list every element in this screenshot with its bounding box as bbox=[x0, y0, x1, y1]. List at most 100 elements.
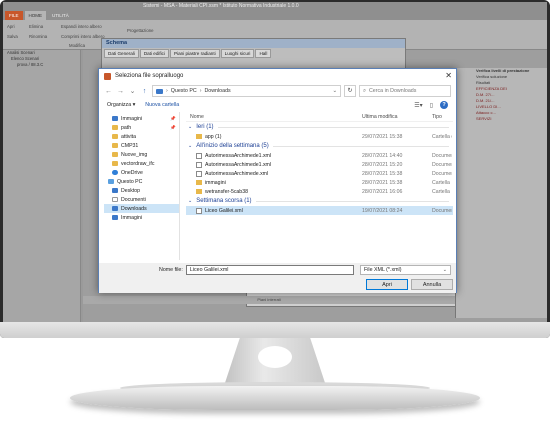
organize-button[interactable]: Organizza ▾ bbox=[107, 102, 135, 108]
nav-item-label: Desktop bbox=[121, 187, 141, 194]
group-header[interactable]: ⌄ All'inizio della settimana (5) bbox=[186, 141, 453, 151]
file-name-cell: wetransfer-5cab38 bbox=[186, 189, 362, 195]
file-name-input[interactable]: Liceo Galilei.xml bbox=[185, 265, 354, 275]
ribbon-collapse-button[interactable]: Comprimi intero albero bbox=[61, 34, 104, 39]
ribbon-expand-button[interactable]: Espandi intero albero bbox=[61, 24, 102, 29]
nav-item[interactable]: Questo PC bbox=[104, 177, 179, 186]
file-name-label: Nome file: bbox=[159, 267, 183, 273]
nav-item[interactable]: CMP31 bbox=[104, 141, 179, 150]
breadcrumb-this-pc[interactable]: Questo PC bbox=[171, 88, 197, 94]
ribbon-design-button[interactable]: Progettazione bbox=[127, 28, 154, 33]
tree-item[interactable]: prova / 88.3.C bbox=[3, 62, 80, 68]
ribbon-tab-utility[interactable]: UTILITÀ bbox=[48, 11, 73, 20]
file-row[interactable]: wetransfer-5cab38 28/07/2021 16:06 Cartell… bbox=[186, 187, 453, 196]
cancel-button[interactable]: Annulla bbox=[411, 279, 453, 290]
ribbon-tab-home[interactable]: HOME bbox=[24, 11, 47, 20]
view-controls: ☰▾ ▯ ? bbox=[414, 101, 448, 109]
doc-line: SERVIZI bbox=[476, 116, 492, 121]
file-name-text: wetransfer-5cab38 bbox=[205, 188, 248, 195]
forward-arrow-icon[interactable]: → bbox=[116, 88, 125, 95]
chevron-down-icon: ⌄ bbox=[188, 124, 193, 130]
file-type-select[interactable]: File XML (*.xml) ⌄ bbox=[360, 265, 451, 275]
breadcrumb-downloads[interactable]: Downloads bbox=[204, 88, 230, 94]
nav-item[interactable]: path 📌 bbox=[104, 123, 179, 132]
file-name-cell: AutorimessaArchimede1.xml bbox=[186, 152, 362, 159]
schema-tab[interactable]: Dati edifici bbox=[139, 49, 170, 58]
ribbon-delete-button[interactable]: Elimina bbox=[29, 24, 43, 29]
new-folder-button[interactable]: Nuova cartella bbox=[145, 102, 179, 108]
nav-item[interactable]: Nuove_img bbox=[104, 150, 179, 159]
group-header[interactable]: ⌄ Ieri (1) bbox=[186, 122, 453, 132]
file-row[interactable]: Liceo Galilei.xml 19/07/2021 08:24 Documen… bbox=[186, 206, 453, 215]
nav-item[interactable]: Immagini bbox=[104, 213, 179, 222]
chevron-right-icon: › bbox=[199, 88, 202, 94]
nav-item-label: CMP31 bbox=[121, 142, 139, 149]
schema-tab[interactable]: Hall bbox=[255, 49, 272, 58]
refresh-icon[interactable]: ↻ bbox=[344, 85, 356, 97]
xml-file-icon bbox=[196, 170, 202, 177]
xml-file-icon bbox=[196, 207, 202, 214]
help-icon[interactable]: ? bbox=[440, 101, 448, 109]
folder-icon bbox=[112, 161, 118, 166]
nav-item[interactable]: Downloads bbox=[104, 204, 179, 213]
ribbon-rename-button[interactable]: Rinomina bbox=[29, 34, 47, 39]
ribbon-save-button[interactable]: Salva bbox=[7, 34, 18, 39]
file-row[interactable]: AutorimessaArchimede1.xml 28/07/2021 14:4… bbox=[186, 151, 453, 160]
schema-tab[interactable]: Luoghi sicuri bbox=[220, 49, 255, 58]
nav-item[interactable]: OneDrive bbox=[104, 168, 179, 177]
folder-icon bbox=[196, 134, 202, 139]
nav-item-label: Downloads bbox=[121, 205, 147, 212]
close-icon[interactable]: ✕ bbox=[445, 71, 452, 80]
file-row[interactable]: AutorimessaArchimede.xml 28/07/2021 15:38… bbox=[186, 169, 453, 178]
up-arrow-icon[interactable]: ↑ bbox=[140, 88, 149, 95]
view-options-icon[interactable]: ☰▾ bbox=[414, 102, 422, 109]
file-name-text: AutorimessaArchimede.xml bbox=[205, 170, 269, 177]
schema-tab[interactable]: Piani piastre radianti bbox=[170, 49, 220, 58]
address-dropdown-icon[interactable]: ⌄ bbox=[333, 88, 337, 94]
nav-item-label: vectordraw_ifc bbox=[121, 160, 155, 167]
file-row[interactable]: app (1) 29/07/2021 15:38 Cartella di file bbox=[186, 132, 453, 141]
nav-item-label: attivita bbox=[121, 133, 136, 140]
ribbon-tab-file[interactable]: FILE bbox=[5, 11, 23, 20]
back-arrow-icon[interactable]: ← bbox=[104, 88, 113, 95]
folder-icon bbox=[112, 134, 118, 139]
open-button[interactable]: Apri bbox=[366, 279, 408, 290]
group-divider bbox=[272, 145, 449, 147]
monitor-bezel: Sistemi - MSA - Materiali CPI.xsm * Isti… bbox=[0, 0, 550, 338]
nav-item[interactable]: Immagini 📌 bbox=[104, 114, 179, 123]
nav-item[interactable]: attivita bbox=[104, 132, 179, 141]
app-title: Sistemi - MSA - Materiali CPI.xsm * Isti… bbox=[3, 2, 547, 11]
search-input[interactable]: ⌕ Cerca in Downloads bbox=[359, 85, 451, 97]
nav-item[interactable]: Desktop bbox=[104, 186, 179, 195]
column-type[interactable]: Tipo bbox=[432, 114, 452, 120]
downloads-folder-icon bbox=[156, 88, 163, 94]
column-name[interactable]: Nome bbox=[186, 114, 362, 120]
chevron-right-icon: › bbox=[166, 88, 168, 94]
nav-item-label: Nuove_img bbox=[121, 151, 148, 158]
group-divider bbox=[255, 200, 449, 202]
screen: Sistemi - MSA - Materiali CPI.xsm * Isti… bbox=[3, 2, 547, 322]
column-date[interactable]: Ultima modifica bbox=[362, 114, 432, 120]
file-type-cell: Cartella bbox=[432, 188, 450, 195]
file-row[interactable]: immagini 28/07/2021 15:38 Cartella bbox=[186, 178, 453, 187]
schema-tab[interactable]: Dati Generali bbox=[104, 49, 139, 58]
address-bar[interactable]: › Questo PC › Downloads ⌄ bbox=[152, 85, 341, 97]
group-header[interactable]: ⌄ Settimana scorsa (1) bbox=[186, 196, 453, 206]
ribbon-open-button[interactable]: Apri bbox=[7, 24, 15, 29]
navigation-pane: Immagini 📌 path 📌 attivita CMP31 Nuove_imgvect… bbox=[104, 112, 180, 260]
file-row[interactable]: AutorimessaArchimede1.xml 28/07/2021 15:2… bbox=[186, 160, 453, 169]
folder-icon bbox=[196, 189, 202, 194]
file-name-cell: Liceo Galilei.xml bbox=[186, 207, 362, 214]
group-label: All'inizio della settimana (5) bbox=[196, 143, 269, 149]
recent-dropdown-icon[interactable]: ⌄ bbox=[128, 87, 137, 95]
group-label: Ieri (1) bbox=[196, 124, 214, 130]
nav-item[interactable]: vectordraw_ifc bbox=[104, 159, 179, 168]
file-name-cell: AutorimessaArchimede.xml bbox=[186, 170, 362, 177]
address-row: ← → ⌄ ↑ › Questo PC › Downloads ⌄ ↻ ⌕ Ce… bbox=[99, 83, 456, 99]
preview-pane-icon[interactable]: ▯ bbox=[430, 102, 433, 109]
file-name-cell: immagini bbox=[186, 180, 362, 186]
nav-item[interactable]: Documenti bbox=[104, 195, 179, 204]
images-icon bbox=[112, 215, 118, 220]
dialog-title: Seleziona file sopralluogo bbox=[115, 73, 184, 79]
file-type-value: File XML (*.xml) bbox=[364, 267, 402, 273]
